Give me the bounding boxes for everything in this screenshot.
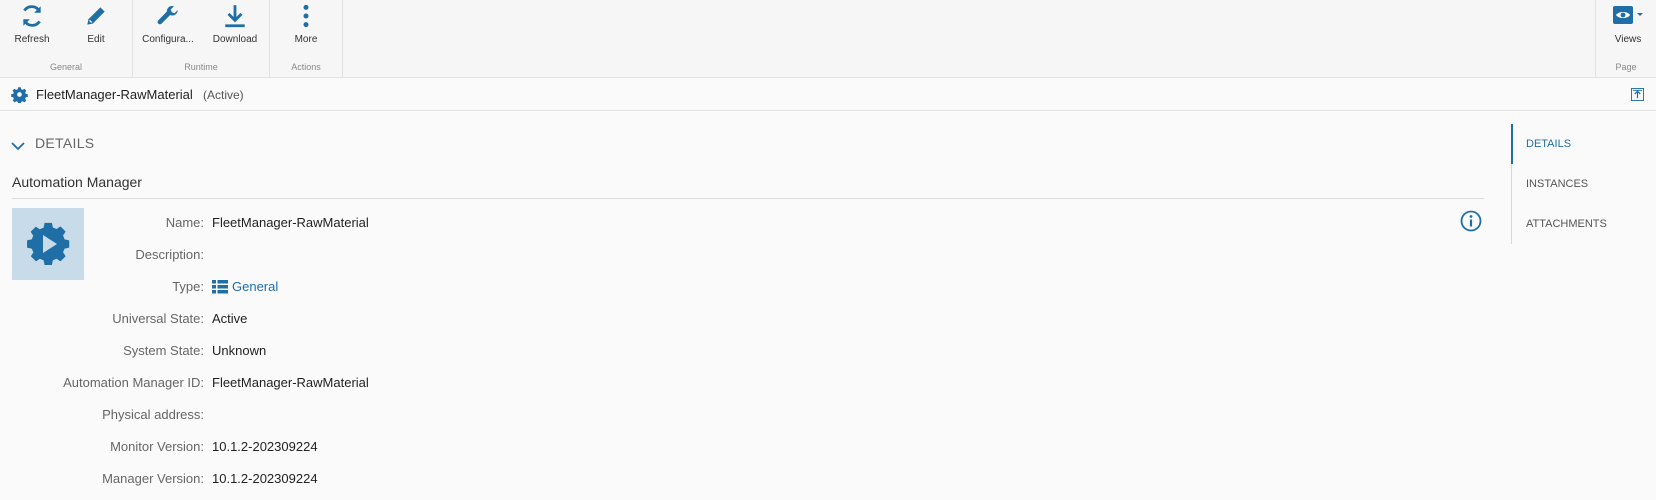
refresh-label: Refresh bbox=[14, 34, 50, 45]
field-label-name: Name: bbox=[165, 215, 204, 230]
download-label: Download bbox=[212, 34, 258, 45]
field-value-monitor-version: 10.1.2-202309224 bbox=[212, 439, 318, 454]
expand-icon[interactable] bbox=[1631, 88, 1644, 101]
edit-label: Edit bbox=[87, 34, 105, 45]
field-label-monitor-version: Monitor Version: bbox=[110, 439, 204, 454]
entity-status: (Active) bbox=[203, 88, 244, 102]
download-icon bbox=[222, 3, 248, 29]
group-actions: More Actions bbox=[270, 0, 343, 78]
refresh-button[interactable]: Refresh bbox=[6, 0, 58, 56]
wrench-icon bbox=[155, 3, 181, 29]
field-value-manager-id: FleetManager-RawMaterial bbox=[212, 375, 369, 390]
group-page: Views Page bbox=[1595, 0, 1656, 78]
field-label-type: Type: bbox=[172, 279, 204, 294]
side-nav-attachments[interactable]: ATTACHMENTS bbox=[1526, 218, 1607, 230]
entity-title-bar: FleetManager-RawMaterial (Active) bbox=[0, 78, 1656, 111]
more-label: More bbox=[294, 34, 318, 45]
field-label-universal-state: Universal State: bbox=[112, 311, 204, 326]
ribbon-toolbar: Refresh Edit General Configura... Downlo… bbox=[0, 0, 1656, 78]
group-label-page: Page bbox=[1615, 62, 1637, 72]
field-value-type: General bbox=[232, 279, 279, 294]
side-nav: DETAILS INSTANCES ATTACHMENTS bbox=[1511, 124, 1656, 244]
edit-icon bbox=[83, 3, 109, 29]
refresh-icon bbox=[19, 3, 45, 29]
field-label-manager-id: Automation Manager ID: bbox=[63, 375, 204, 390]
type-link[interactable]: General bbox=[212, 279, 278, 294]
more-icon bbox=[293, 3, 319, 29]
field-label-system-state: System State: bbox=[123, 343, 204, 358]
eye-icon bbox=[1612, 3, 1644, 29]
entity-avatar bbox=[12, 208, 84, 280]
group-general: Refresh Edit General bbox=[0, 0, 133, 78]
group-label-runtime: Runtime bbox=[184, 62, 218, 72]
more-button[interactable]: More bbox=[280, 0, 332, 56]
list-icon bbox=[212, 280, 228, 294]
field-value-manager-version: 10.1.2-202309224 bbox=[212, 471, 318, 486]
field-value-name: FleetManager-RawMaterial bbox=[212, 215, 369, 230]
group-runtime: Configura... Download Runtime bbox=[133, 0, 270, 78]
chevron-down-icon bbox=[11, 138, 25, 151]
views-button[interactable]: Views bbox=[1600, 0, 1656, 56]
group-label-general: General bbox=[49, 62, 83, 72]
group-label-actions: Actions bbox=[291, 62, 321, 72]
field-label-physical-address: Physical address: bbox=[102, 407, 204, 422]
configure-label: Configura... bbox=[142, 34, 194, 45]
divider bbox=[12, 198, 1484, 199]
side-nav-active-indicator bbox=[1511, 124, 1513, 164]
download-button[interactable]: Download bbox=[205, 0, 265, 56]
field-value-universal-state: Active bbox=[212, 311, 248, 326]
field-label-manager-version: Manager Version: bbox=[102, 471, 204, 486]
info-icon[interactable] bbox=[1460, 210, 1482, 232]
gear-icon bbox=[11, 86, 28, 104]
edit-button[interactable]: Edit bbox=[70, 0, 122, 56]
gear-play-icon bbox=[27, 222, 70, 265]
details-section-title: DETAILS bbox=[35, 135, 95, 151]
details-subtitle: Automation Manager bbox=[12, 174, 142, 190]
configure-button[interactable]: Configura... bbox=[138, 0, 198, 56]
field-label-description: Description: bbox=[135, 247, 204, 262]
side-nav-instances[interactable]: INSTANCES bbox=[1526, 178, 1588, 190]
field-value-system-state: Unknown bbox=[212, 343, 267, 358]
side-nav-details[interactable]: DETAILS bbox=[1526, 138, 1571, 150]
views-label: Views bbox=[1614, 34, 1642, 45]
entity-name: FleetManager-RawMaterial bbox=[36, 87, 193, 102]
